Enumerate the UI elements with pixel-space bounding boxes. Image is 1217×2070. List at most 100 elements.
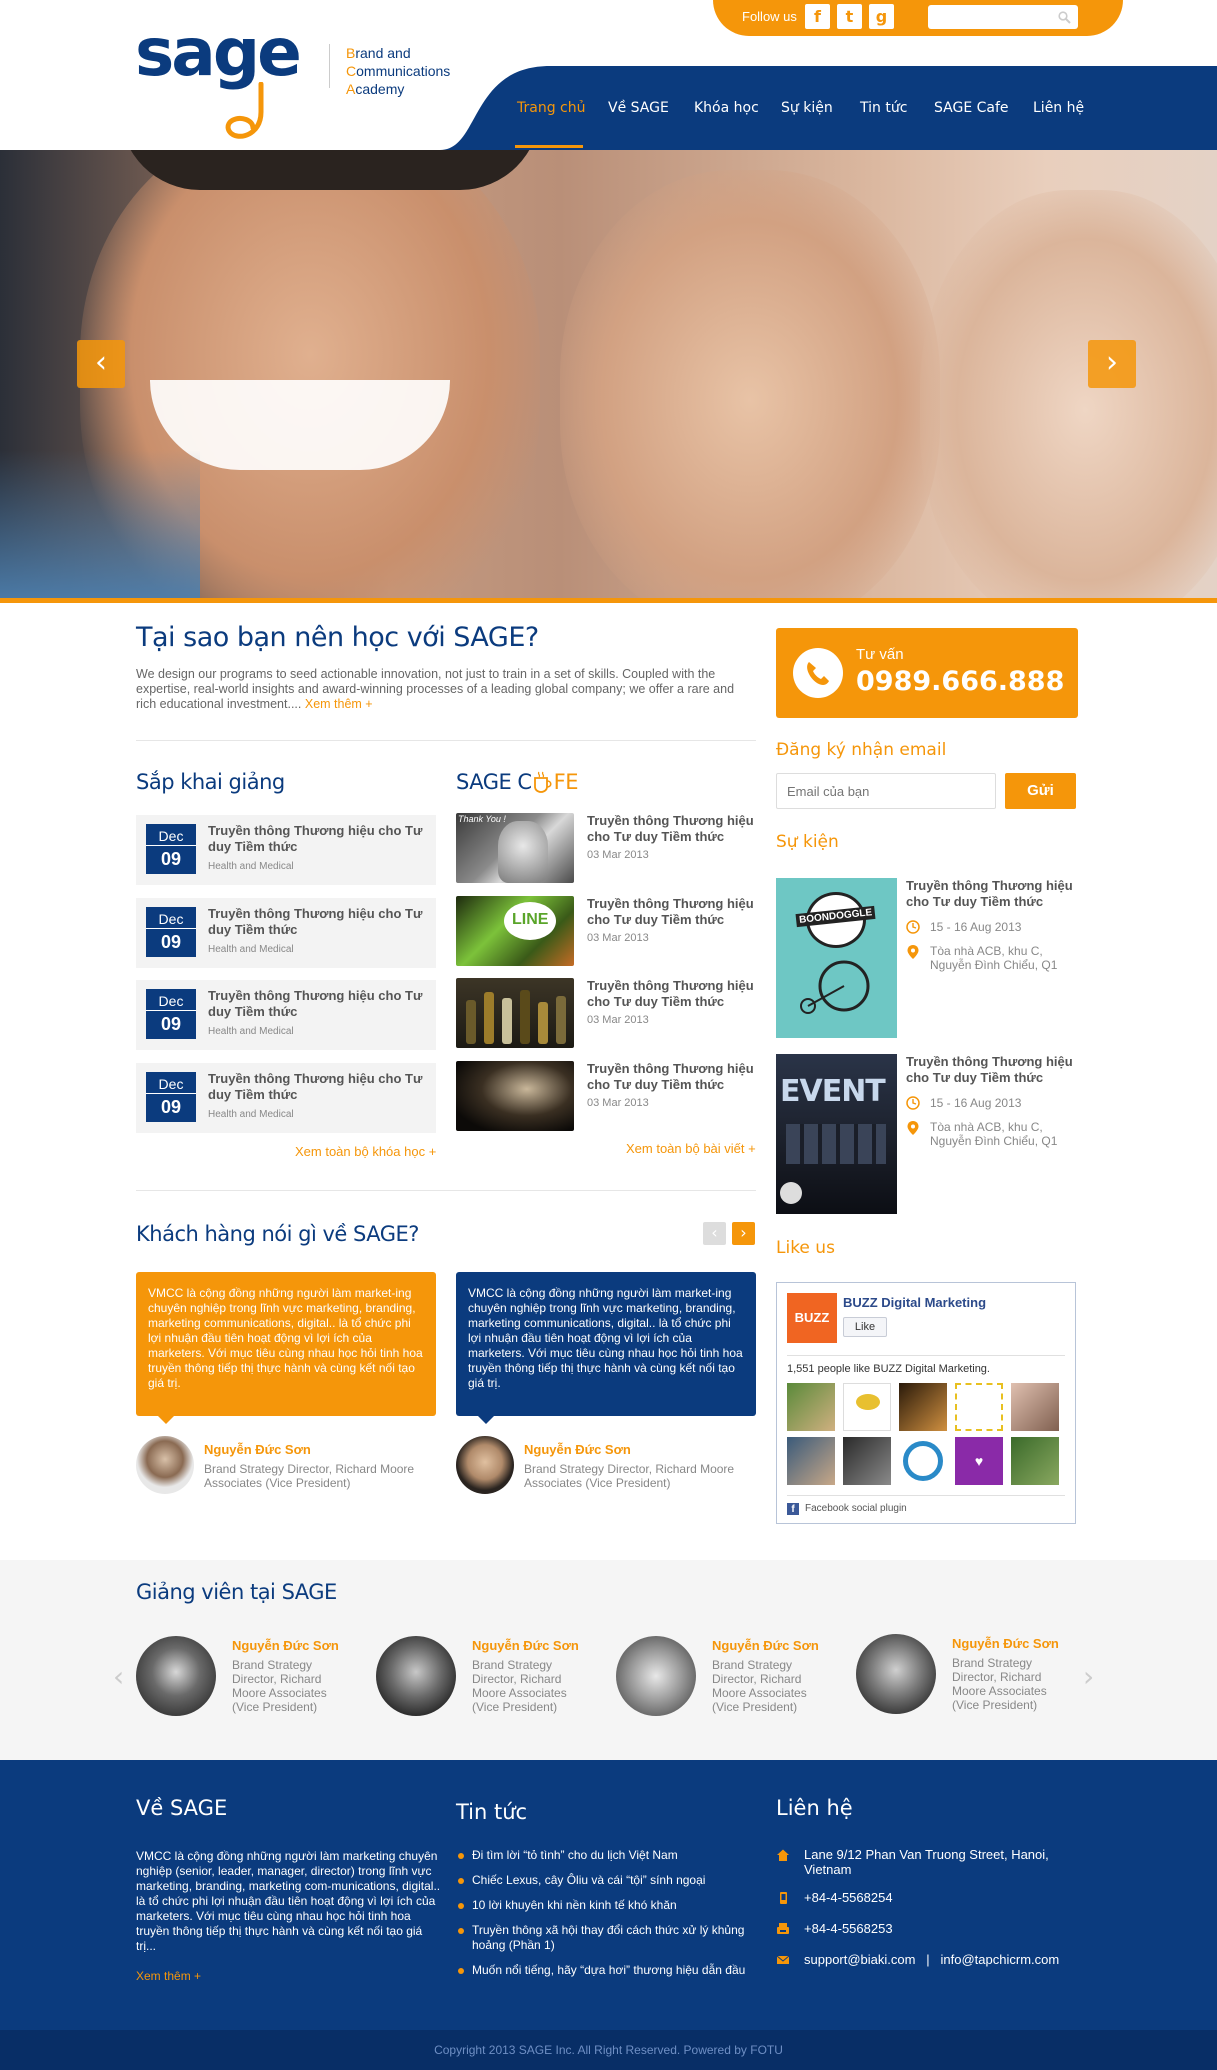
course-item[interactable]: Dec 09 Truyền thông Thương hiệu cho Tư du… xyxy=(136,898,436,968)
fan-avatar[interactable] xyxy=(787,1383,835,1431)
course-title[interactable]: Truyền thông Thương hiệu cho Tư duy Tiềm… xyxy=(208,906,430,938)
course-title[interactable]: Truyền thông Thương hiệu cho Tư duy Tiềm… xyxy=(208,988,430,1020)
bottle xyxy=(556,996,566,1044)
email-text[interactable]: support@biaki.com | info@tapchicrm.com xyxy=(776,1952,1096,1967)
cafe-item[interactable]: LINE Truyền thông Thương hiệu cho Tư duy… xyxy=(456,896,756,966)
news-link[interactable]: Truyền thông xã hội thay đổi cách thức x… xyxy=(456,1923,756,1953)
date-day: 09 xyxy=(160,1014,182,1034)
cafe-item-title[interactable]: Truyền thông Thương hiệu cho Tư duy Tiềm… xyxy=(587,978,757,1010)
event-poster[interactable]: EVENT xyxy=(776,1054,897,1214)
lecturer-photo[interactable] xyxy=(856,1634,936,1714)
clock-icon xyxy=(906,920,920,934)
lecturer-name[interactable]: Nguyễn Đức Sơn xyxy=(952,1636,1059,1651)
thumb-portrait xyxy=(498,821,548,883)
fan-avatar[interactable] xyxy=(899,1383,947,1431)
cafe-thumbnail[interactable]: LINE xyxy=(456,896,574,966)
email-field[interactable] xyxy=(776,773,996,809)
lecturer-name[interactable]: Nguyễn Đức Sơn xyxy=(472,1638,579,1653)
news-link[interactable]: Chiếc Lexus, cây Ôliu và cái “tội” sính … xyxy=(456,1873,756,1888)
lecturer-photo[interactable] xyxy=(136,1636,216,1716)
lecturer-card[interactable]: Nguyễn Đức Sơn Brand Strategy Director, … xyxy=(136,1636,356,1726)
cafe-thumbnail[interactable] xyxy=(456,978,574,1048)
event-location: Tòa nhà ACB, khu C, Nguyễn Đình Chiểu, Q… xyxy=(906,944,1078,972)
news-link[interactable]: Đi tìm lời “tỏ tình” cho du lịch Việt Na… xyxy=(456,1848,756,1863)
all-posts-link[interactable]: Xem toàn bộ bài viết + xyxy=(626,1141,756,1156)
lecturer-photo[interactable] xyxy=(616,1636,696,1716)
mobile-phone-icon xyxy=(776,1891,790,1905)
email-submit-button[interactable]: Gửi xyxy=(1005,773,1076,809)
google-plus-icon[interactable]: g xyxy=(869,4,894,29)
why-more-link[interactable]: Xem thêm + xyxy=(305,697,373,711)
hotline-box[interactable]: Tư vấn 0989.666.888 xyxy=(776,628,1078,718)
lecturer-photo[interactable] xyxy=(376,1636,456,1716)
contact-address: Lane 9/12 Phan Van Truong Street, Hanoi,… xyxy=(776,1847,1096,1877)
map-pin-icon xyxy=(906,944,920,960)
testimonials-next-button[interactable]: › xyxy=(732,1222,755,1245)
facebook-icon[interactable]: f xyxy=(805,4,830,29)
cafe-item-title[interactable]: Truyền thông Thương hiệu cho Tư duy Tiềm… xyxy=(587,813,757,845)
news-link[interactable]: 10 lời khuyên khi nền kinh tế khó khăn xyxy=(456,1898,756,1913)
fan-avatar[interactable] xyxy=(1011,1383,1059,1431)
search-icon[interactable] xyxy=(1058,11,1071,24)
event-poster[interactable]: BOONDOGGLE xyxy=(776,878,897,1038)
testimonials-title: Khách hàng nói gì về SAGE? xyxy=(136,1222,419,1246)
hero-hair xyxy=(120,150,540,190)
testimonials-prev-button[interactable]: ‹ xyxy=(703,1222,726,1245)
fan-avatar[interactable] xyxy=(843,1437,891,1485)
nav-sage-cafe[interactable]: SAGE Cafe xyxy=(934,100,1009,116)
fan-avatar[interactable] xyxy=(843,1383,891,1431)
fb-like-button[interactable]: Like xyxy=(843,1317,887,1337)
fan-avatar[interactable] xyxy=(899,1437,947,1485)
nav-news[interactable]: Tin tức xyxy=(860,100,907,116)
fan-avatar[interactable] xyxy=(1011,1437,1059,1485)
cafe-thumbnail[interactable] xyxy=(456,1061,574,1131)
news-link[interactable]: Muốn nổi tiếng, hãy “dựa hơi” thương hiệ… xyxy=(456,1963,756,1978)
hotline-number: 0989.666.888 xyxy=(856,666,1065,697)
course-item[interactable]: Dec 09 Truyền thông Thương hiệu cho Tư du… xyxy=(136,980,436,1050)
fb-page-name[interactable]: BUZZ Digital Marketing xyxy=(843,1295,986,1310)
footer-about-text: VMCC là cộng đồng những người làm market… xyxy=(136,1849,441,1953)
event-title[interactable]: Truyền thông Thương hiệu cho Tư duy Tiềm… xyxy=(906,1054,1078,1086)
all-courses-link[interactable]: Xem toàn bộ khóa học + xyxy=(295,1144,436,1159)
nav-courses[interactable]: Khóa học xyxy=(694,100,759,116)
fan-avatar[interactable] xyxy=(787,1437,835,1485)
divider xyxy=(136,740,756,741)
date-badge: Dec 09 xyxy=(146,907,196,957)
hotline-label: Tư vấn xyxy=(856,646,904,663)
lecturers-next-button[interactable]: › xyxy=(1083,1660,1094,1693)
event-title[interactable]: Truyền thông Thương hiệu cho Tư duy Tiềm… xyxy=(906,878,1078,910)
cafe-item-title[interactable]: Truyền thông Thương hiệu cho Tư duy Tiềm… xyxy=(587,896,757,928)
lecturer-name[interactable]: Nguyễn Đức Sơn xyxy=(232,1638,339,1653)
fan-avatar[interactable] xyxy=(955,1383,1003,1431)
footer-about-more-link[interactable]: Xem thêm + xyxy=(136,1969,201,1983)
lecturer-card[interactable]: Nguyễn Đức Sơn Brand Strategy Director, … xyxy=(616,1636,836,1726)
thumb-caption: Thank You ! xyxy=(458,814,506,824)
nav-about[interactable]: Về SAGE xyxy=(608,100,669,116)
nav-contact[interactable]: Liên hệ xyxy=(1033,100,1084,116)
cafe-item[interactable]: Truyền thông Thương hiệu cho Tư duy Tiềm… xyxy=(456,1061,756,1131)
upcoming-title: Sắp khai giảng xyxy=(136,770,285,794)
hero-prev-button[interactable]: ‹ xyxy=(77,340,125,388)
fan-avatar[interactable]: ♥ xyxy=(955,1437,1003,1485)
cafe-item-title[interactable]: Truyền thông Thương hiệu cho Tư duy Tiềm… xyxy=(587,1061,757,1093)
twitter-icon[interactable]: t xyxy=(837,4,862,29)
course-title[interactable]: Truyền thông Thương hiệu cho Tư duy Tiềm… xyxy=(208,1071,430,1103)
lecturer-card[interactable]: Nguyễn Đức Sơn Brand Strategy Director, … xyxy=(376,1636,596,1726)
course-item[interactable]: Dec 09 Truyền thông Thương hiệu cho Tư du… xyxy=(136,815,436,885)
cafe-item[interactable]: Thank You ! Truyền thông Thương hiệu cho… xyxy=(456,813,756,883)
cafe-thumbnail[interactable]: Thank You ! xyxy=(456,813,574,883)
lecturer-card[interactable]: Nguyễn Đức Sơn Brand Strategy Director, … xyxy=(856,1634,1076,1724)
nav-events[interactable]: Sự kiện xyxy=(781,100,833,116)
nav-home[interactable]: Trang chủ xyxy=(517,100,585,116)
event-location-text: Tòa nhà ACB, khu C, Nguyễn Đình Chiểu, Q… xyxy=(930,944,1058,972)
cafe-item[interactable]: Truyền thông Thương hiệu cho Tư duy Tiềm… xyxy=(456,978,756,1048)
course-item[interactable]: Dec 09 Truyền thông Thương hiệu cho Tư du… xyxy=(136,1063,436,1133)
search-input[interactable] xyxy=(928,5,1078,29)
lecturers-prev-button[interactable]: ‹ xyxy=(113,1660,124,1693)
sage-logo[interactable]: sage xyxy=(135,14,335,139)
phone-text[interactable]: +84-4-5568254 xyxy=(776,1890,1096,1905)
course-title[interactable]: Truyền thông Thương hiệu cho Tư duy Tiềm… xyxy=(208,823,430,855)
lecturer-name[interactable]: Nguyễn Đức Sơn xyxy=(712,1638,819,1653)
hero-next-button[interactable]: › xyxy=(1088,340,1136,388)
buzz-logo[interactable]: BUZZ xyxy=(787,1293,837,1343)
